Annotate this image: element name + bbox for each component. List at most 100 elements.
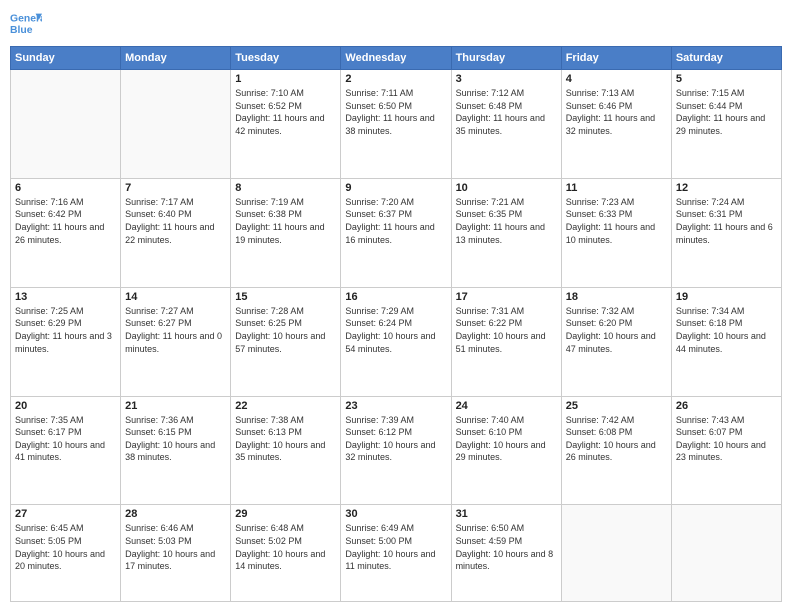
day-info: Sunrise: 7:11 AM Sunset: 6:50 PM Dayligh… [345, 87, 446, 137]
day-number: 12 [676, 182, 777, 194]
calendar-cell: 11 Sunrise: 7:23 AM Sunset: 6:33 PM Dayli… [561, 178, 671, 287]
calendar-cell: 13Sunrise: 7:25 AM Sunset: 6:29 PM Dayli… [11, 287, 121, 396]
calendar-cell: 19 Sunrise: 7:34 AM Sunset: 6:18 PM Dayli… [671, 287, 781, 396]
calendar-cell: 3 Sunrise: 7:12 AM Sunset: 6:48 PM Daylig… [451, 70, 561, 179]
day-info: Sunrise: 7:32 AM Sunset: 6:20 PM Dayligh… [566, 305, 667, 355]
calendar-cell: 22 Sunrise: 7:38 AM Sunset: 6:13 PM Dayli… [231, 396, 341, 505]
day-number: 6 [15, 182, 116, 194]
calendar-table: SundayMondayTuesdayWednesdayThursdayFrid… [10, 46, 782, 602]
calendar-cell: 12 Sunrise: 7:24 AM Sunset: 6:31 PM Dayli… [671, 178, 781, 287]
calendar-cell: 17 Sunrise: 7:31 AM Sunset: 6:22 PM Dayli… [451, 287, 561, 396]
calendar-cell: 31 Sunrise: 6:50 AM Sunset: 4:59 PM Dayli… [451, 505, 561, 602]
day-number: 28 [125, 508, 226, 520]
calendar-cell: 26Sunrise: 7:43 AM Sunset: 6:07 PM Dayli… [671, 396, 781, 505]
calendar-cell: 15 Sunrise: 7:28 AM Sunset: 6:25 PM Dayli… [231, 287, 341, 396]
calendar-cell: 23 Sunrise: 7:39 AM Sunset: 6:12 PM Dayli… [341, 396, 451, 505]
day-info: Sunrise: 7:27 AM Sunset: 6:27 PM Dayligh… [125, 305, 226, 355]
day-info: Sunrise: 7:12 AM Sunset: 6:48 PM Dayligh… [456, 87, 557, 137]
day-info: Sunrise: 6:50 AM Sunset: 4:59 PM Dayligh… [456, 522, 557, 572]
day-number: 26 [676, 400, 777, 412]
day-number: 14 [125, 291, 226, 303]
day-info: Sunrise: 7:23 AM Sunset: 6:33 PM Dayligh… [566, 196, 667, 246]
day-number: 23 [345, 400, 446, 412]
calendar-cell: 20Sunrise: 7:35 AM Sunset: 6:17 PM Dayli… [11, 396, 121, 505]
calendar-cell: 4Sunrise: 7:13 AM Sunset: 6:46 PM Daylig… [561, 70, 671, 179]
day-number: 3 [456, 73, 557, 85]
logo: General Blue [10, 10, 42, 38]
calendar-cell: 9 Sunrise: 7:20 AM Sunset: 6:37 PM Daylig… [341, 178, 451, 287]
day-number: 30 [345, 508, 446, 520]
day-number: 16 [345, 291, 446, 303]
calendar-cell [561, 505, 671, 602]
calendar-week-4: 20Sunrise: 7:35 AM Sunset: 6:17 PM Dayli… [11, 396, 782, 505]
day-number: 24 [456, 400, 557, 412]
calendar-cell: 1 Sunrise: 7:10 AM Sunset: 6:52 PM Daylig… [231, 70, 341, 179]
day-header-tuesday: Tuesday [231, 47, 341, 70]
calendar-cell: 21 Sunrise: 7:36 AM Sunset: 6:15 PM Dayli… [121, 396, 231, 505]
day-number: 8 [235, 182, 336, 194]
day-info: Sunrise: 7:24 AM Sunset: 6:31 PM Dayligh… [676, 196, 777, 246]
day-header-sunday: Sunday [11, 47, 121, 70]
day-number: 4 [566, 73, 667, 85]
calendar-cell: 5 Sunrise: 7:15 AM Sunset: 6:44 PM Daylig… [671, 70, 781, 179]
day-header-wednesday: Wednesday [341, 47, 451, 70]
day-info: Sunrise: 7:16 AM Sunset: 6:42 PM Dayligh… [15, 196, 116, 246]
day-number: 11 [566, 182, 667, 194]
calendar-cell: 14 Sunrise: 7:27 AM Sunset: 6:27 PM Dayli… [121, 287, 231, 396]
day-info: Sunrise: 7:15 AM Sunset: 6:44 PM Dayligh… [676, 87, 777, 137]
day-number: 15 [235, 291, 336, 303]
calendar-cell [11, 70, 121, 179]
day-info: Sunrise: 6:48 AM Sunset: 5:02 PM Dayligh… [235, 522, 336, 572]
day-info: Sunrise: 6:46 AM Sunset: 5:03 PM Dayligh… [125, 522, 226, 572]
day-header-friday: Friday [561, 47, 671, 70]
calendar-cell: 10 Sunrise: 7:21 AM Sunset: 6:35 PM Dayli… [451, 178, 561, 287]
calendar-cell: 7Sunrise: 7:17 AM Sunset: 6:40 PM Daylig… [121, 178, 231, 287]
day-info: Sunrise: 7:40 AM Sunset: 6:10 PM Dayligh… [456, 414, 557, 464]
calendar-cell: 18 Sunrise: 7:32 AM Sunset: 6:20 PM Dayli… [561, 287, 671, 396]
calendar-cell [671, 505, 781, 602]
calendar-cell: 30 Sunrise: 6:49 AM Sunset: 5:00 PM Dayli… [341, 505, 451, 602]
day-number: 31 [456, 508, 557, 520]
calendar-cell [121, 70, 231, 179]
calendar-cell: 24 Sunrise: 7:40 AM Sunset: 6:10 PM Dayli… [451, 396, 561, 505]
day-number: 1 [235, 73, 336, 85]
day-number: 21 [125, 400, 226, 412]
day-header-monday: Monday [121, 47, 231, 70]
day-info: Sunrise: 6:49 AM Sunset: 5:00 PM Dayligh… [345, 522, 446, 572]
calendar-cell: 28 Sunrise: 6:46 AM Sunset: 5:03 PM Dayli… [121, 505, 231, 602]
day-number: 19 [676, 291, 777, 303]
day-info: Sunrise: 7:35 AM Sunset: 6:17 PM Dayligh… [15, 414, 116, 464]
calendar-cell: 27Sunrise: 6:45 AM Sunset: 5:05 PM Dayli… [11, 505, 121, 602]
logo-icon: General Blue [10, 10, 42, 38]
calendar-cell: 16 Sunrise: 7:29 AM Sunset: 6:24 PM Dayli… [341, 287, 451, 396]
day-number: 9 [345, 182, 446, 194]
day-info: Sunrise: 7:36 AM Sunset: 6:15 PM Dayligh… [125, 414, 226, 464]
day-info: Sunrise: 7:34 AM Sunset: 6:18 PM Dayligh… [676, 305, 777, 355]
day-info: Sunrise: 7:20 AM Sunset: 6:37 PM Dayligh… [345, 196, 446, 246]
day-info: Sunrise: 7:28 AM Sunset: 6:25 PM Dayligh… [235, 305, 336, 355]
day-info: Sunrise: 7:21 AM Sunset: 6:35 PM Dayligh… [456, 196, 557, 246]
calendar-cell: 8Sunrise: 7:19 AM Sunset: 6:38 PM Daylig… [231, 178, 341, 287]
day-number: 29 [235, 508, 336, 520]
day-number: 18 [566, 291, 667, 303]
day-info: Sunrise: 7:39 AM Sunset: 6:12 PM Dayligh… [345, 414, 446, 464]
day-info: Sunrise: 7:10 AM Sunset: 6:52 PM Dayligh… [235, 87, 336, 137]
day-info: Sunrise: 7:38 AM Sunset: 6:13 PM Dayligh… [235, 414, 336, 464]
day-number: 5 [676, 73, 777, 85]
calendar-page: General Blue SundayMondayTuesdayWednesda… [0, 0, 792, 612]
calendar-week-2: 6 Sunrise: 7:16 AM Sunset: 6:42 PM Daylig… [11, 178, 782, 287]
calendar-cell: 6 Sunrise: 7:16 AM Sunset: 6:42 PM Daylig… [11, 178, 121, 287]
day-header-saturday: Saturday [671, 47, 781, 70]
day-info: Sunrise: 7:29 AM Sunset: 6:24 PM Dayligh… [345, 305, 446, 355]
day-info: Sunrise: 6:45 AM Sunset: 5:05 PM Dayligh… [15, 522, 116, 572]
calendar-cell: 29 Sunrise: 6:48 AM Sunset: 5:02 PM Dayli… [231, 505, 341, 602]
day-number: 22 [235, 400, 336, 412]
calendar-cell: 25Sunrise: 7:42 AM Sunset: 6:08 PM Dayli… [561, 396, 671, 505]
calendar-week-1: 1 Sunrise: 7:10 AM Sunset: 6:52 PM Daylig… [11, 70, 782, 179]
day-info: Sunrise: 7:25 AM Sunset: 6:29 PM Dayligh… [15, 305, 116, 355]
calendar-cell: 2Sunrise: 7:11 AM Sunset: 6:50 PM Daylig… [341, 70, 451, 179]
calendar-week-3: 13Sunrise: 7:25 AM Sunset: 6:29 PM Dayli… [11, 287, 782, 396]
day-info: Sunrise: 7:31 AM Sunset: 6:22 PM Dayligh… [456, 305, 557, 355]
day-number: 10 [456, 182, 557, 194]
day-number: 17 [456, 291, 557, 303]
